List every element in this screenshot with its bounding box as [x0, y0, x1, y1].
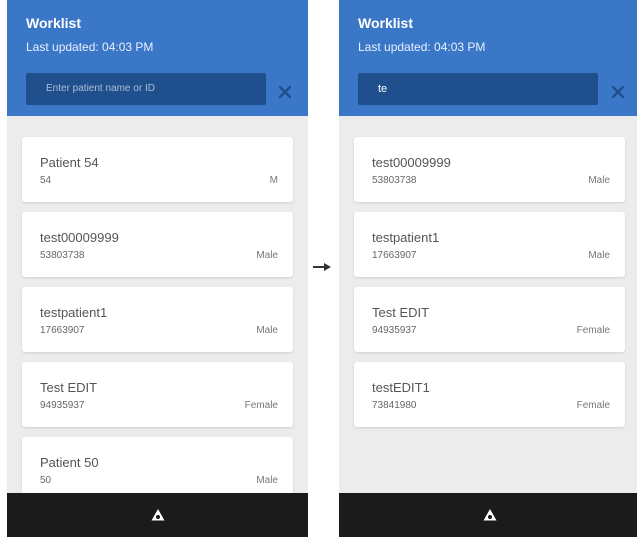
- patient-sex: Male: [256, 325, 278, 336]
- last-updated-text: Last updated: 04:03 PM: [26, 40, 154, 54]
- patient-name: test00009999: [40, 230, 119, 245]
- patient-id: 17663907: [372, 250, 417, 261]
- worklist-screen-before: Worklist Last updated: 04:03 PM Enter pa…: [7, 0, 308, 537]
- patient-card[interactable]: testpatient1 17663907 Male: [354, 212, 625, 277]
- patient-sex: Female: [244, 400, 278, 411]
- patient-sex: M: [269, 175, 278, 186]
- worklist-screen-after: Worklist Last updated: 04:03 PM te test0…: [339, 0, 637, 537]
- patient-name: Patient 50: [40, 455, 99, 470]
- close-icon[interactable]: [610, 84, 626, 100]
- patient-id: 50: [40, 475, 52, 486]
- page-title: Worklist: [26, 15, 81, 31]
- home-triangle-icon[interactable]: [150, 507, 166, 523]
- patient-sex: Male: [588, 175, 610, 186]
- patient-sex: Female: [576, 400, 610, 411]
- patient-list: test00009999 53803738 Male testpatient1 …: [354, 137, 625, 437]
- patient-id: 17663907: [40, 325, 85, 336]
- patient-sex: Male: [588, 250, 610, 261]
- arrow-right-icon: [313, 263, 331, 271]
- patient-sex: Female: [576, 325, 610, 336]
- patient-card[interactable]: testpatient1 17663907 Male: [22, 287, 293, 352]
- patient-sex: Male: [256, 250, 278, 261]
- patient-id: 94935937: [40, 400, 85, 411]
- patient-card[interactable]: testEDIT1 73841980 Female: [354, 362, 625, 427]
- home-triangle-icon[interactable]: [482, 507, 498, 523]
- patient-card[interactable]: test00009999 53803738 Male: [354, 137, 625, 202]
- app-header: Worklist Last updated: 04:03 PM Enter pa…: [7, 0, 308, 116]
- search-input[interactable]: Enter patient name or ID: [26, 73, 266, 105]
- patient-card[interactable]: Test EDIT 94935937 Female: [22, 362, 293, 427]
- patient-sex: Male: [256, 475, 278, 486]
- navigation-bar: [7, 493, 308, 537]
- patient-id: 94935937: [372, 325, 417, 336]
- patient-name: testEDIT1: [372, 380, 430, 395]
- patient-name: Test EDIT: [372, 305, 430, 320]
- patient-id: 53803738: [372, 175, 417, 186]
- patient-list: Patient 54 54 M test00009999 53803738 Ma…: [22, 137, 293, 512]
- search-input[interactable]: te: [358, 73, 598, 105]
- patient-card[interactable]: test00009999 53803738 Male: [22, 212, 293, 277]
- navigation-bar: [339, 493, 637, 537]
- patient-id: 53803738: [40, 250, 85, 261]
- patient-id: 73841980: [372, 400, 417, 411]
- patient-card[interactable]: Test EDIT 94935937 Female: [354, 287, 625, 352]
- patient-name: Test EDIT: [40, 380, 98, 395]
- patient-name: testpatient1: [40, 305, 108, 320]
- patient-name: testpatient1: [372, 230, 440, 245]
- app-header: Worklist Last updated: 04:03 PM te: [339, 0, 637, 116]
- patient-id: 54: [40, 175, 52, 186]
- patient-card[interactable]: Patient 54 54 M: [22, 137, 293, 202]
- patient-name: Patient 54: [40, 155, 99, 170]
- close-icon[interactable]: [277, 84, 293, 100]
- page-title: Worklist: [358, 15, 413, 31]
- patient-name: test00009999: [372, 155, 451, 170]
- last-updated-text: Last updated: 04:03 PM: [358, 40, 486, 54]
